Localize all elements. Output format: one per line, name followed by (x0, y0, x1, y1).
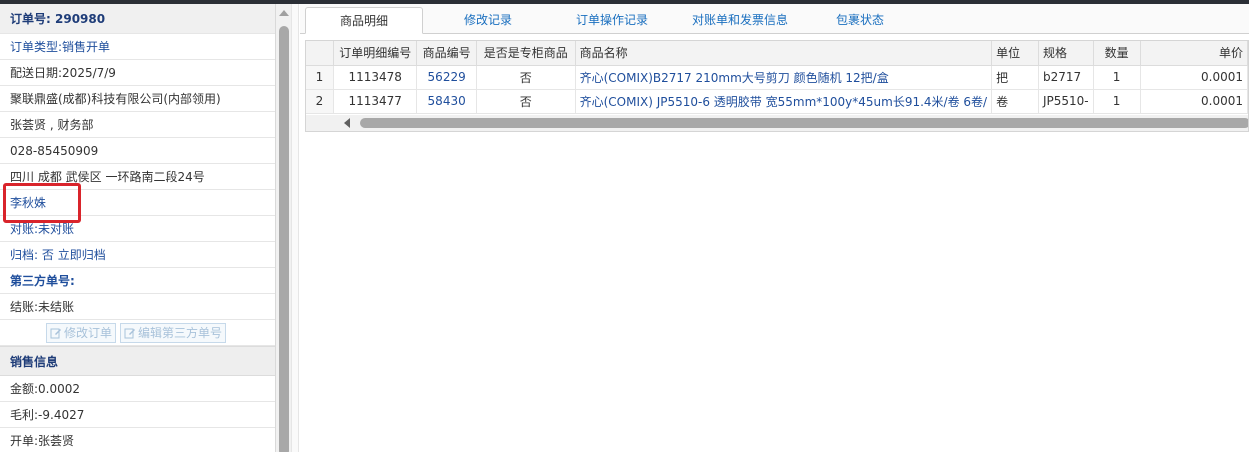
sales-profit: 毛利:-9.4027 (0, 402, 275, 428)
phone-number: 028-85450909 (0, 138, 275, 164)
edit-icon (124, 328, 136, 338)
col-header-rownum (306, 41, 334, 66)
order-number-value: 290980 (55, 12, 106, 26)
row-number: 2 (306, 89, 334, 114)
third-party-number: 第三方单号: (0, 268, 275, 294)
qty-cell: 1 (1093, 89, 1141, 114)
order-number-label: 订单号: (10, 12, 51, 26)
counter-cell: 否 (476, 89, 576, 114)
col-header-qty[interactable]: 数量 (1093, 41, 1141, 66)
settle-status: 结账:未结账 (0, 294, 275, 320)
address: 四川 成都 武侯区 一环路南二段24号 (0, 164, 275, 190)
product-name-link[interactable]: 齐心(COMIX)B2717 210mm大号剪刀 颜色随机 12把/盒 (575, 65, 993, 90)
detail-no-cell: 1113478 (333, 65, 418, 90)
detail-panel: 商品明细 修改记录 订单操作记录 对账单和发票信息 包裹状态 订单明细编号 商品… (300, 4, 1249, 452)
spec-cell: b2717 (1038, 65, 1094, 90)
product-no-link[interactable]: 56229 (416, 65, 477, 90)
reconcile-label: 对账: (10, 222, 39, 236)
edit-icon (50, 328, 61, 338)
tab-change-log[interactable]: 修改记录 (443, 7, 533, 34)
detail-tabs: 商品明细 修改记录 订单操作记录 对账单和发票信息 包裹状态 (300, 4, 1249, 34)
row-number: 1 (306, 65, 334, 90)
archive-row: 归档: 否 立即归档 (0, 242, 275, 268)
reconcile-value-link[interactable]: 未对账 (38, 222, 74, 236)
tab-package-status[interactable]: 包裹状态 (820, 7, 900, 34)
col-header-product-no[interactable]: 商品编号 (416, 41, 477, 66)
unit-cell: 卷 (991, 89, 1039, 114)
product-table: 订单明细编号 商品编号 是否是专柜商品 商品名称 单位 规格 数量 单价 1 1… (306, 41, 1248, 114)
sales-info-header: 销售信息 (0, 346, 275, 376)
col-header-price[interactable]: 单价 (1140, 41, 1248, 66)
scrollbar-thumb[interactable] (279, 26, 289, 452)
edit-order-button[interactable]: 修改订单 (46, 322, 117, 343)
order-type-label: 订单类型: (10, 40, 63, 54)
panel-splitter[interactable] (291, 4, 299, 452)
archive-label: 归档: (10, 248, 39, 262)
col-header-detail-no[interactable]: 订单明细编号 (333, 41, 418, 66)
scroll-up-icon[interactable] (279, 10, 289, 16)
company-name: 聚联鼎盛(成都)科技有限公司(内部领用) (0, 86, 275, 112)
qty-cell: 1 (1093, 65, 1141, 90)
edit-third-party-button[interactable]: 编辑第三方单号 (120, 322, 227, 343)
edit-third-party-label: 编辑第三方单号 (138, 325, 223, 340)
order-number-row: 订单号: 290980 (0, 4, 275, 34)
col-header-spec[interactable]: 规格 (1038, 41, 1094, 66)
order-type-row: 订单类型:销售开单 (0, 34, 275, 60)
table-row[interactable]: 1 1113478 56229 否 齐心(COMIX)B2717 210mm大号… (306, 65, 1248, 90)
product-grid: 订单明细编号 商品编号 是否是专柜商品 商品名称 单位 规格 数量 单价 1 1… (305, 40, 1249, 132)
tab-reconcile-invoice[interactable]: 对账单和发票信息 (680, 7, 800, 34)
sales-issuer: 开单:张荟贤 (0, 428, 275, 452)
archive-value-link[interactable]: 否 立即归档 (42, 248, 106, 262)
scrollbar-thumb[interactable] (360, 118, 1248, 128)
table-row[interactable]: 2 1113477 58430 否 齐心(COMIX) JP5510-6 透明胶… (306, 89, 1248, 114)
counter-cell: 否 (476, 65, 576, 90)
unit-cell: 把 (991, 65, 1039, 90)
order-type-value: 销售开单 (62, 40, 111, 54)
left-vertical-scrollbar[interactable] (276, 4, 291, 452)
detail-no-cell: 1113477 (333, 89, 418, 114)
order-actions: 修改订单 编辑第三方单号 (0, 320, 275, 346)
spec-cell: JP5510- (1038, 89, 1094, 114)
product-no-link[interactable]: 58430 (416, 89, 477, 114)
price-cell: 0.0001 (1140, 65, 1248, 90)
price-cell: 0.0001 (1140, 89, 1248, 114)
col-header-product-name[interactable]: 商品名称 (575, 41, 993, 66)
col-header-unit[interactable]: 单位 (991, 41, 1039, 66)
edit-order-label: 修改订单 (64, 325, 113, 340)
person-name-link[interactable]: 李秋姝 (0, 190, 275, 216)
grid-horizontal-scrollbar[interactable] (306, 115, 1248, 131)
reconcile-row: 对账:未对账 (0, 216, 275, 242)
delivery-date: 配送日期:2025/7/9 (0, 60, 275, 86)
tab-order-operations[interactable]: 订单操作记录 (562, 7, 662, 34)
contact-person: 张荟贤 , 财务部 (0, 112, 275, 138)
sales-amount: 金额:0.0002 (0, 376, 275, 402)
table-header-row: 订单明细编号 商品编号 是否是专柜商品 商品名称 单位 规格 数量 单价 (306, 41, 1248, 66)
order-info-panel: 订单号: 290980 订单类型:销售开单 配送日期:2025/7/9 聚联鼎盛… (0, 4, 276, 452)
scroll-left-icon[interactable] (344, 118, 350, 128)
tab-product-details[interactable]: 商品明细 (305, 7, 423, 34)
col-header-counter[interactable]: 是否是专柜商品 (476, 41, 576, 66)
product-name-link[interactable]: 齐心(COMIX) JP5510-6 透明胶带 宽55mm*100y*45um长… (575, 89, 993, 114)
